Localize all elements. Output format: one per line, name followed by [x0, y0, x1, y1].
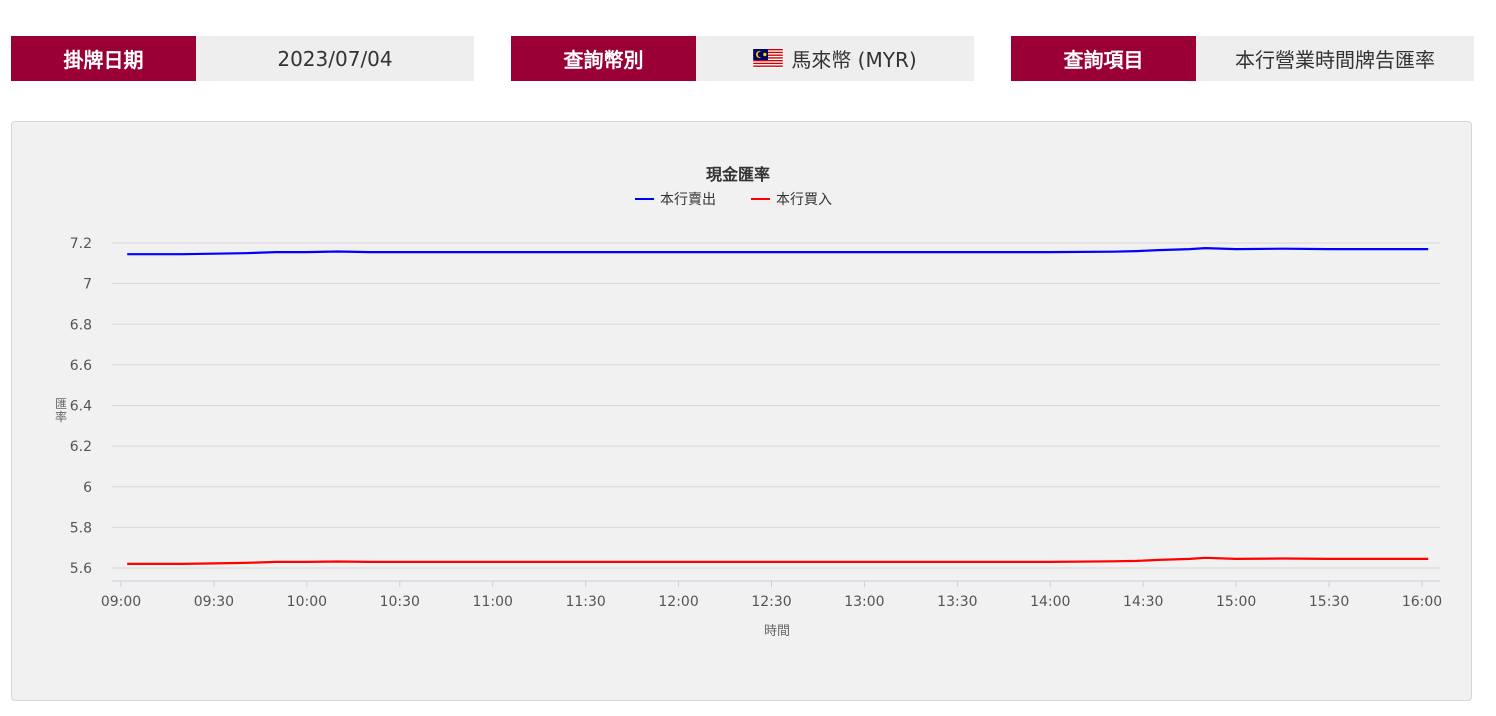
- y-tick-label: 6.6: [70, 358, 92, 374]
- chart-panel: 現金匯率 本行賣出 本行買入 5.6 5.8 6 6.2 6.4 6.6 6.8 7 7.2 0…: [11, 121, 1472, 701]
- filter-date-label: 掛牌日期: [11, 36, 196, 81]
- filter-date-value[interactable]: 2023/07/04: [196, 36, 474, 81]
- filter-currency-label: 查詢幣別: [511, 36, 696, 81]
- series-line-buy: [127, 556, 1429, 565]
- x-axis: 09:00 09:30 10:00 10:30 11:00 11:30 12:00 12:30…: [101, 580, 1442, 610]
- x-tick-label: 12:30: [751, 594, 791, 610]
- x-tick-label: 10:00: [287, 594, 327, 610]
- malaysia-flag-icon: [753, 49, 784, 68]
- y-axis-label: 匯率: [55, 397, 67, 424]
- y-tick-label: 6.8: [70, 317, 92, 333]
- x-tick-label: 11:00: [473, 594, 513, 610]
- chart-grid: [112, 242, 1440, 569]
- x-tick-label: 13:00: [844, 594, 884, 610]
- x-tick-label: 11:30: [565, 594, 605, 610]
- chart-title: 現金匯率: [706, 165, 770, 184]
- x-axis-label: 時間: [764, 624, 790, 639]
- filter-item: 查詢項目 本行營業時間牌告匯率: [1011, 36, 1474, 81]
- legend-buy[interactable]: 本行買入: [751, 192, 832, 208]
- filter-item-label: 查詢項目: [1011, 36, 1196, 81]
- x-tick-label: 10:30: [380, 594, 420, 610]
- x-tick-label: 15:00: [1216, 594, 1256, 610]
- y-tick-label: 7: [83, 277, 92, 293]
- legend-sell[interactable]: 本行賣出: [635, 192, 716, 208]
- y-tick-label: 6: [83, 480, 92, 496]
- x-tick-label: 15:30: [1309, 594, 1349, 610]
- legend-sell-label: 本行賣出: [660, 192, 716, 208]
- filter-date: 掛牌日期 2023/07/04: [11, 36, 474, 81]
- y-tick-label: 5.6: [70, 561, 92, 577]
- x-tick-label: 09:30: [194, 594, 234, 610]
- exchange-rate-chart: 現金匯率 本行賣出 本行買入 5.6 5.8 6 6.2 6.4 6.6 6.8 7 7.2 0…: [55, 165, 1442, 639]
- filter-currency-select[interactable]: 馬來幣 (MYR): [696, 36, 974, 81]
- y-tick-label: 5.8: [70, 520, 92, 536]
- x-tick-label: 12:00: [658, 594, 698, 610]
- y-axis-ticks: 5.6 5.8 6 6.2 6.4 6.6 6.8 7 7.2: [70, 236, 92, 577]
- legend-buy-label: 本行買入: [776, 192, 832, 208]
- filter-currency-value: 馬來幣 (MYR): [791, 48, 917, 72]
- x-tick-label: 16:00: [1402, 594, 1442, 610]
- x-tick-label: 14:00: [1030, 594, 1070, 610]
- filter-currency: 查詢幣別 馬來幣 (MYR): [511, 36, 974, 81]
- x-tick-label: 13:30: [937, 594, 977, 610]
- x-tick-label: 09:00: [101, 594, 141, 610]
- y-tick-label: 7.2: [70, 236, 92, 252]
- y-tick-label: 6.4: [70, 399, 92, 415]
- series-line-sell: [127, 247, 1429, 256]
- x-tick-label: 14:30: [1123, 594, 1163, 610]
- filter-item-value[interactable]: 本行營業時間牌告匯率: [1196, 36, 1474, 81]
- y-tick-label: 6.2: [70, 439, 92, 455]
